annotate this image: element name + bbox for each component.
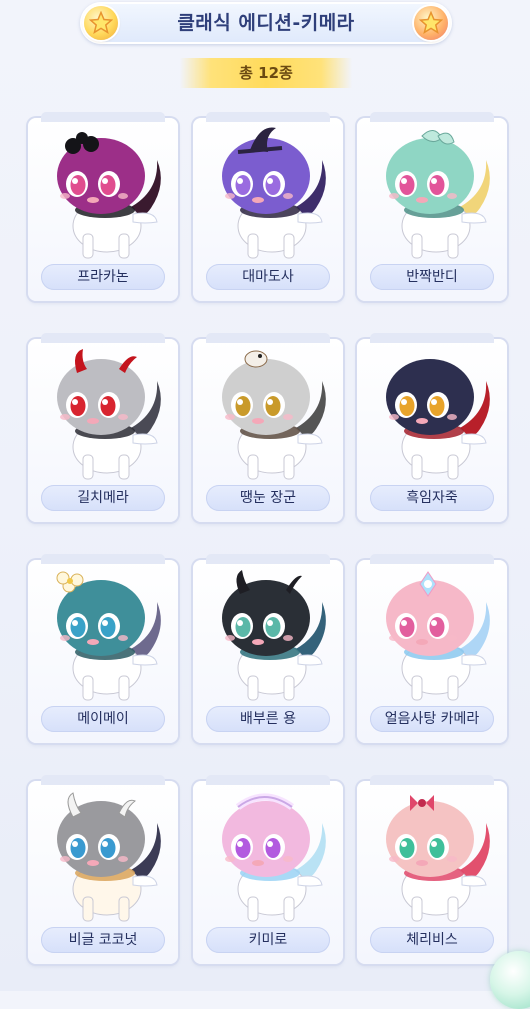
character-name-badge: 체리비스 <box>370 927 494 953</box>
card-tab <box>370 554 494 564</box>
page-title: 클래식 에디션-키메라 <box>177 12 355 34</box>
character-name: 얼음사탕 카메라 <box>384 711 480 727</box>
character-name: 땡눈 장군 <box>240 490 296 506</box>
character-name-badge: 비글 코코넛 <box>41 927 165 953</box>
character-name: 길치메라 <box>77 490 129 506</box>
character-name: 키미로 <box>248 932 288 948</box>
character-card[interactable]: 비글 코코넛 <box>28 775 178 964</box>
card-tab <box>206 112 330 122</box>
card-tab <box>41 775 165 785</box>
card-tab <box>41 112 165 122</box>
character-name: 배부른 용 <box>240 711 296 727</box>
character-name-badge: 흑임자죽 <box>370 485 494 511</box>
character-portrait <box>33 343 173 485</box>
character-portrait <box>362 343 502 485</box>
character-name-badge: 반짝반디 <box>370 264 494 290</box>
character-card[interactable]: 흑임자죽 <box>357 333 507 522</box>
character-name: 반짝반디 <box>406 269 458 285</box>
character-name-badge: 키미로 <box>206 927 330 953</box>
character-name-badge: 프라카논 <box>41 264 165 290</box>
character-portrait <box>362 122 502 264</box>
character-card[interactable]: 키미로 <box>193 775 343 964</box>
character-card[interactable]: 배부른 용 <box>193 554 343 743</box>
character-portrait <box>33 564 173 706</box>
character-portrait <box>198 564 338 706</box>
character-portrait <box>33 122 173 264</box>
card-tab <box>206 775 330 785</box>
character-name: 비글 코코넛 <box>68 932 138 948</box>
character-name-badge: 길치메라 <box>41 485 165 511</box>
character-name-badge: 땡눈 장군 <box>206 485 330 511</box>
character-card[interactable]: 프라카논 <box>28 112 178 301</box>
card-tab <box>206 554 330 564</box>
card-tab <box>41 554 165 564</box>
character-name-badge: 배부른 용 <box>206 706 330 732</box>
character-card[interactable]: 메이메이 <box>28 554 178 743</box>
collection-header: 클래식 에디션-키메라 <box>80 2 452 44</box>
character-card[interactable]: 땡눈 장군 <box>193 333 343 522</box>
total-count: 총 12종 <box>239 64 293 82</box>
character-portrait <box>362 785 502 927</box>
character-card[interactable]: 체리비스 <box>357 775 507 964</box>
character-card[interactable]: 얼음사탕 카메라 <box>357 554 507 743</box>
character-portrait <box>198 785 338 927</box>
character-portrait <box>198 343 338 485</box>
character-portrait <box>362 564 502 706</box>
character-name: 대마도사 <box>242 269 294 285</box>
character-card[interactable]: 반짝반디 <box>357 112 507 301</box>
character-name-badge: 대마도사 <box>206 264 330 290</box>
character-name: 체리비스 <box>406 932 458 948</box>
character-card[interactable]: 길치메라 <box>28 333 178 522</box>
character-card[interactable]: 대마도사 <box>193 112 343 301</box>
character-portrait <box>33 785 173 927</box>
character-portrait <box>198 122 338 264</box>
character-name-badge: 얼음사탕 카메라 <box>370 706 494 732</box>
star-icon <box>414 6 448 40</box>
character-name-badge: 메이메이 <box>41 706 165 732</box>
card-tab <box>370 333 494 343</box>
card-tab <box>370 112 494 122</box>
character-name: 흑임자죽 <box>406 490 458 506</box>
card-tab <box>206 333 330 343</box>
card-tab <box>41 333 165 343</box>
character-name: 프라카논 <box>77 269 129 285</box>
count-ribbon: 총 12종 <box>180 58 352 88</box>
character-name: 메이메이 <box>77 711 129 727</box>
card-tab <box>370 775 494 785</box>
